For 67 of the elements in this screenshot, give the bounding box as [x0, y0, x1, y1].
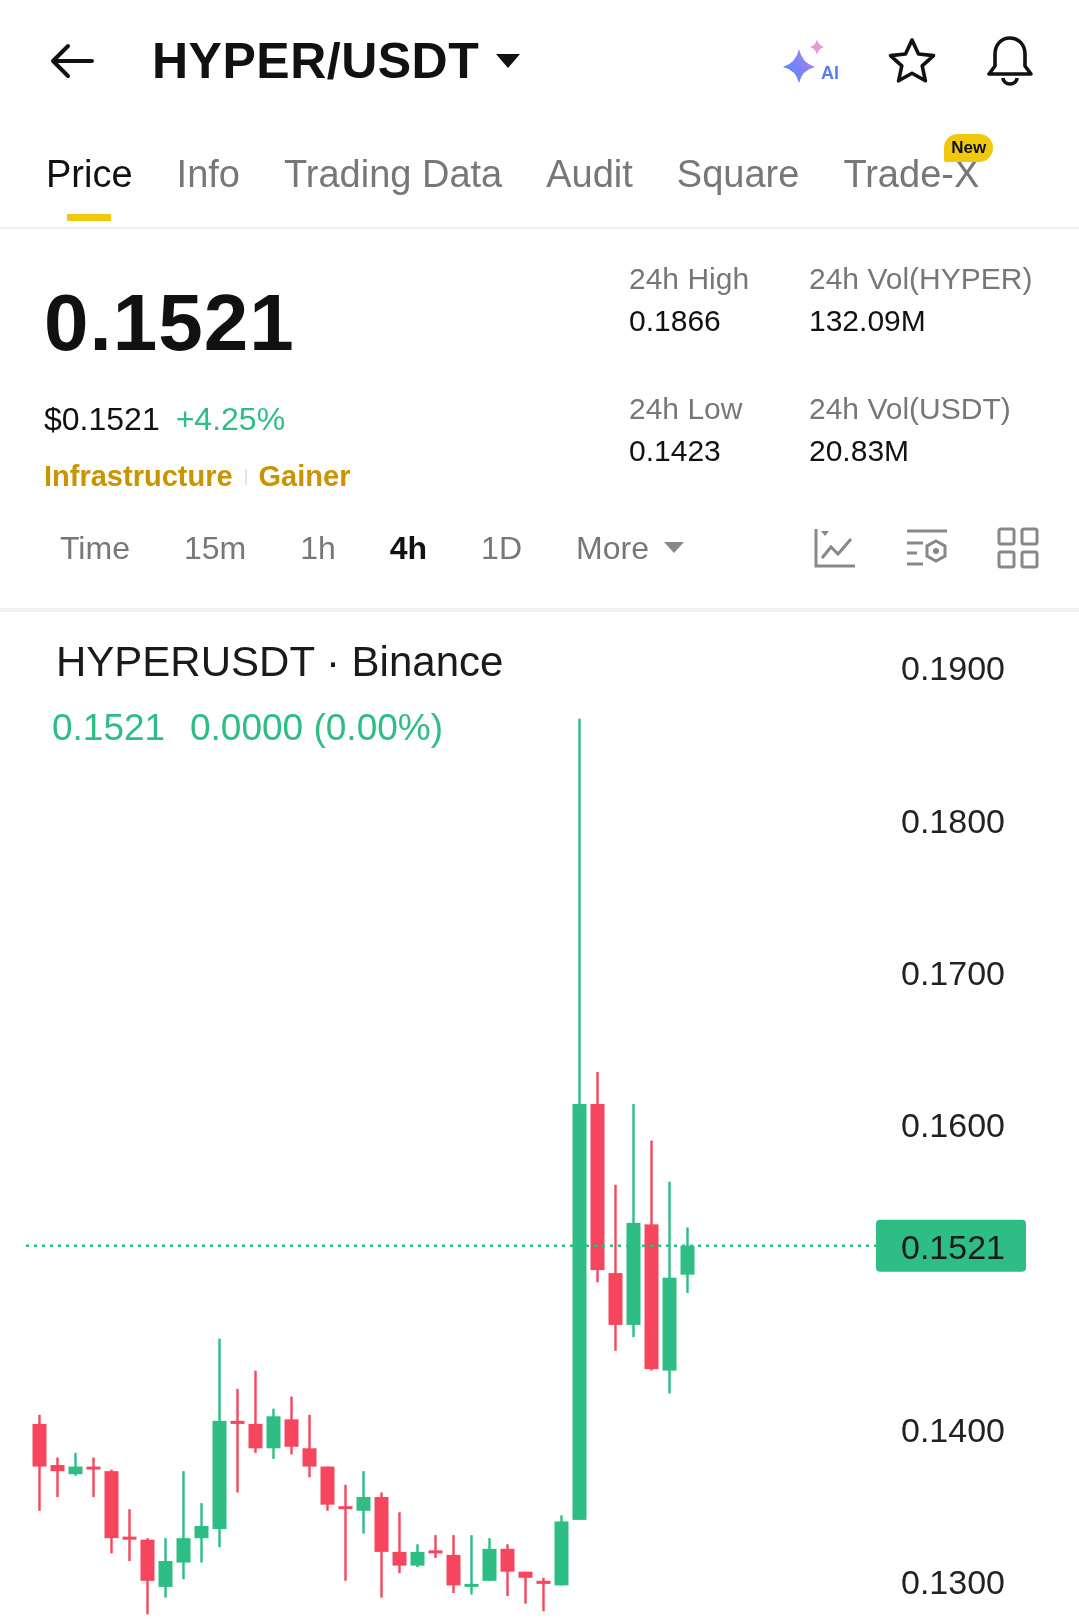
axis-label: 0.1700	[901, 954, 1005, 992]
tab[interactable]: Trade-X New	[843, 122, 994, 227]
stat-label: 24h Low	[629, 391, 744, 427]
back-arrow-icon[interactable]	[48, 41, 96, 81]
caret-icon	[662, 541, 685, 554]
tab[interactable]: Info	[176, 122, 240, 227]
candle	[284, 1396, 299, 1455]
interval-tab[interactable]: 1h	[300, 523, 336, 572]
last-price: 0.1521	[44, 283, 296, 363]
interval-tab[interactable]: 4h	[389, 523, 428, 572]
candle	[518, 1571, 533, 1604]
candle	[536, 1577, 551, 1612]
candle	[680, 1227, 695, 1293]
category-tag[interactable]: Infrastructure	[44, 455, 233, 499]
candle	[356, 1471, 371, 1534]
candle	[482, 1538, 497, 1581]
line-chart-icon[interactable]	[813, 526, 857, 569]
candle	[554, 1515, 569, 1586]
tab[interactable]: Price	[46, 122, 133, 227]
chart-change: 0.0000 (0.00%)	[190, 707, 443, 748]
candle	[392, 1512, 407, 1574]
axis-label: 0.1600	[901, 1106, 1005, 1145]
candle	[464, 1535, 479, 1595]
pair-selector[interactable]: HYPER/USDT	[96, 23, 522, 99]
interval-tab[interactable]: 15m	[183, 523, 247, 572]
candle	[68, 1452, 83, 1476]
stat-label: 24h Vol(HYPER)	[809, 261, 1034, 297]
candle	[428, 1535, 443, 1558]
candle	[50, 1457, 65, 1498]
axis-label: 0.1900	[901, 649, 1005, 688]
tab[interactable]: Audit	[546, 122, 633, 227]
chart-title: HYPERUSDT · Binance	[56, 638, 504, 685]
usd-price: $0.1521	[44, 400, 160, 439]
candle	[86, 1457, 101, 1498]
candle	[410, 1544, 425, 1568]
interval-tab[interactable]: 1D	[481, 523, 522, 572]
category-tag[interactable]: Gainer	[258, 455, 351, 499]
more-dropdown[interactable]: More	[576, 523, 685, 572]
caret-icon	[495, 53, 522, 69]
ai-button[interactable]: AI	[781, 33, 839, 89]
candle	[158, 1538, 173, 1598]
candle	[320, 1466, 335, 1511]
price-change: +4.25%	[175, 400, 286, 439]
bell-icon[interactable]	[985, 34, 1035, 88]
candle	[266, 1408, 281, 1459]
chart-last-price: 0.1521	[52, 707, 166, 748]
axis-label: 0.1300	[901, 1563, 1005, 1602]
axis-label: 0.1800	[901, 801, 1005, 840]
stat-value: 0.1866	[629, 303, 722, 339]
tab[interactable]: Trading Data	[283, 122, 503, 227]
candle	[302, 1414, 317, 1478]
star-icon[interactable]	[887, 37, 937, 85]
current-price-label: 0.1521	[876, 1219, 1026, 1272]
tab[interactable]: Square	[676, 122, 800, 227]
candle	[194, 1503, 209, 1563]
grid-icon[interactable]	[997, 526, 1039, 569]
stat-value: 0.1423	[629, 433, 722, 469]
stat-label: 24h High	[629, 261, 751, 297]
stat-value: 20.83M	[809, 433, 911, 469]
candle	[446, 1535, 461, 1593]
stat-value: 132.09M	[809, 303, 927, 339]
candle	[500, 1544, 515, 1597]
stat-label: 24h Vol(USDT)	[809, 391, 1012, 427]
axis-label: 0.1400	[901, 1411, 1005, 1449]
new-badge: New	[944, 134, 994, 162]
candle	[122, 1509, 137, 1561]
interval-tab[interactable]: Time	[60, 523, 130, 572]
